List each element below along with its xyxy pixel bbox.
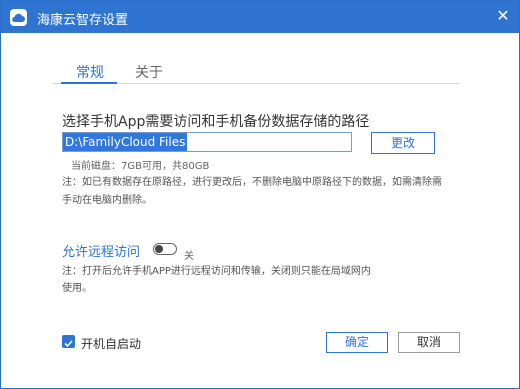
remote-access-toggle[interactable] <box>153 243 177 255</box>
close-icon[interactable]: ✕ <box>493 6 513 26</box>
remote-access-label: 允许远程访问 <box>62 245 141 260</box>
cloud-icon <box>10 9 27 26</box>
checkmark-icon <box>64 340 73 348</box>
title-bar: 海康云智存设置 ✕ <box>1 1 519 33</box>
toggle-knob <box>155 245 163 253</box>
storage-path-input[interactable]: D:\FamilyCloud Files <box>62 132 352 152</box>
change-path-button[interactable]: 更改 <box>371 132 435 154</box>
storage-note: 注：如已有数据存在原路径，进行更改后，不删除电脑中原路径下的数据，如需清除需手动… <box>62 177 442 206</box>
cancel-button[interactable]: 取消 <box>398 332 460 353</box>
storage-path-value: D:\FamilyCloud Files <box>63 133 188 151</box>
ok-button[interactable]: 确定 <box>326 332 388 353</box>
disk-space-info: 当前磁盘：7GB可用，共80GB <box>71 161 210 172</box>
storage-path-heading: 选择手机App需要访问和手机备份数据存储的路径 <box>62 114 370 130</box>
remote-access-note: 注：打开后允许手机APP进行远程访问和传输，关闭则只能在局域网内使用。 <box>62 266 371 294</box>
window-title: 海康云智存设置 <box>37 13 129 28</box>
autostart-checkbox[interactable] <box>62 335 75 348</box>
autostart-label: 开机自启动 <box>81 337 142 351</box>
toggle-state-label: 关 <box>184 251 194 262</box>
tab-about[interactable]: 关于 <box>135 62 163 82</box>
tab-general[interactable]: 常规 <box>76 62 104 82</box>
settings-window: 海康云智存设置 ✕ 常规 关于 选择手机App需要访问和手机备份数据存储的路径 … <box>0 0 520 389</box>
active-tab-indicator <box>61 82 117 84</box>
